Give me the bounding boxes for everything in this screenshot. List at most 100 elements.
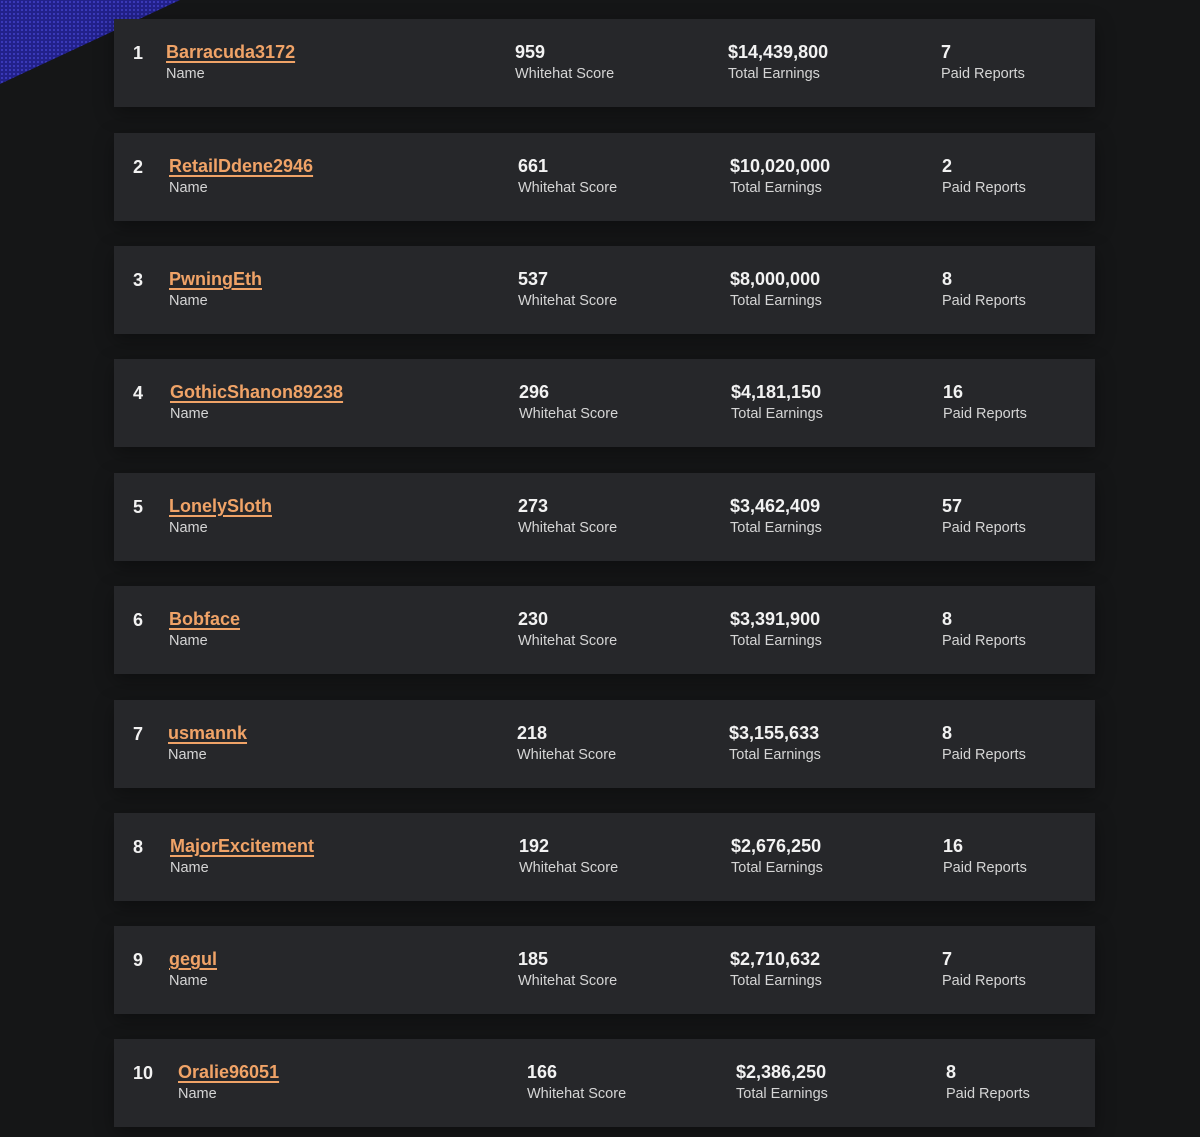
reports-label: Paid Reports [942, 293, 1026, 309]
user-name-link[interactable]: Barracuda3172 [166, 41, 295, 63]
user-name-link[interactable]: gegul [169, 948, 217, 970]
whitehat-score: 661 [518, 156, 549, 176]
paid-reports: 57 [942, 496, 963, 516]
reports-cell: 2 Paid Reports [942, 155, 1026, 197]
earnings-label: Total Earnings [730, 520, 822, 536]
leaderboard-row: 9 gegul Name 185 Whitehat Score $2,710,6… [114, 926, 1095, 1014]
reports-cell: 57 Paid Reports [942, 495, 1026, 537]
reports-label: Paid Reports [942, 633, 1026, 649]
reports-cell: 8 Paid Reports [946, 1061, 1030, 1103]
reports-label: Paid Reports [941, 66, 1025, 82]
total-earnings: $2,386,250 [736, 1062, 827, 1082]
score-label: Whitehat Score [519, 860, 619, 876]
earnings-label: Total Earnings [729, 747, 821, 763]
reports-label: Paid Reports [943, 860, 1027, 876]
score-label: Whitehat Score [517, 747, 617, 763]
name-cell: Oralie96051 Name [178, 1061, 279, 1103]
rank: 5 [133, 497, 144, 517]
name-cell: LonelySloth Name [169, 495, 272, 537]
earnings-cell: $2,676,250 Total Earnings [731, 835, 823, 877]
user-name-link[interactable]: GothicShanon89238 [170, 381, 343, 403]
earnings-label: Total Earnings [730, 633, 822, 649]
total-earnings: $2,710,632 [730, 949, 821, 969]
name-cell: MajorExcitement Name [170, 835, 314, 877]
earnings-label: Total Earnings [731, 860, 823, 876]
total-earnings: $2,676,250 [731, 836, 822, 856]
earnings-label: Total Earnings [730, 293, 822, 309]
leaderboard-row: 4 GothicShanon89238 Name 296 Whitehat Sc… [114, 359, 1095, 447]
score-cell: 230 Whitehat Score [518, 608, 617, 650]
score-label: Whitehat Score [518, 293, 618, 309]
rank: 4 [133, 383, 144, 403]
name-cell: RetailDdene2946 Name [169, 155, 313, 197]
paid-reports: 8 [942, 723, 953, 743]
earnings-label: Total Earnings [730, 180, 822, 196]
name-label: Name [169, 633, 208, 649]
paid-reports: 2 [942, 156, 953, 176]
score-label: Whitehat Score [518, 633, 618, 649]
reports-cell: 16 Paid Reports [943, 835, 1027, 877]
rank: 9 [133, 950, 144, 970]
name-cell: Barracuda3172 Name [166, 41, 295, 83]
paid-reports: 8 [946, 1062, 957, 1082]
leaderboard-row: 8 MajorExcitement Name 192 Whitehat Scor… [114, 813, 1095, 901]
user-name-link[interactable]: MajorExcitement [170, 835, 314, 857]
score-label: Whitehat Score [518, 520, 618, 536]
reports-cell: 8 Paid Reports [942, 608, 1026, 650]
reports-cell: 8 Paid Reports [942, 268, 1026, 310]
name-label: Name [178, 1086, 217, 1102]
paid-reports: 16 [943, 836, 964, 856]
reports-cell: 8 Paid Reports [942, 722, 1026, 764]
rank: 3 [133, 270, 144, 290]
score-cell: 192 Whitehat Score [519, 835, 618, 877]
whitehat-score: 296 [519, 382, 550, 402]
reports-label: Paid Reports [942, 180, 1026, 196]
total-earnings: $3,155,633 [729, 723, 820, 743]
earnings-cell: $3,155,633 Total Earnings [729, 722, 821, 764]
rank: 6 [133, 610, 144, 630]
score-cell: 218 Whitehat Score [517, 722, 616, 764]
whitehat-score: 230 [518, 609, 549, 629]
earnings-label: Total Earnings [731, 406, 823, 422]
total-earnings: $14,439,800 [728, 42, 829, 62]
name-cell: usmannk Name [168, 722, 247, 764]
user-name-link[interactable]: LonelySloth [169, 495, 272, 517]
name-label: Name [169, 293, 208, 309]
leaderboard-row: 6 Bobface Name 230 Whitehat Score $3,391… [114, 586, 1095, 674]
score-cell: 296 Whitehat Score [519, 381, 618, 423]
whitehat-score: 185 [518, 949, 549, 969]
user-name-link[interactable]: Bobface [169, 608, 240, 630]
total-earnings: $3,462,409 [730, 496, 821, 516]
paid-reports: 16 [943, 382, 964, 402]
user-name-link[interactable]: RetailDdene2946 [169, 155, 313, 177]
rank: 7 [133, 724, 144, 744]
earnings-cell: $14,439,800 Total Earnings [728, 41, 828, 83]
score-label: Whitehat Score [518, 973, 618, 989]
name-label: Name [170, 860, 209, 876]
user-name-link[interactable]: usmannk [168, 722, 247, 744]
reports-label: Paid Reports [942, 520, 1026, 536]
total-earnings: $10,020,000 [730, 156, 831, 176]
score-cell: 185 Whitehat Score [518, 948, 617, 990]
reports-label: Paid Reports [943, 406, 1027, 422]
rank: 10 [133, 1063, 154, 1083]
earnings-cell: $8,000,000 Total Earnings [730, 268, 822, 310]
name-cell: PwningEth Name [169, 268, 262, 310]
leaderboard-row: 7 usmannk Name 218 Whitehat Score $3,155… [114, 700, 1095, 788]
leaderboard-row: 3 PwningEth Name 537 Whitehat Score $8,0… [114, 246, 1095, 334]
whitehat-score: 959 [515, 42, 546, 62]
name-label: Name [169, 180, 208, 196]
user-name-link[interactable]: PwningEth [169, 268, 262, 290]
score-cell: 166 Whitehat Score [527, 1061, 626, 1103]
user-name-link[interactable]: Oralie96051 [178, 1061, 279, 1083]
score-cell: 273 Whitehat Score [518, 495, 617, 537]
reports-label: Paid Reports [942, 747, 1026, 763]
rank: 8 [133, 837, 144, 857]
score-label: Whitehat Score [519, 406, 619, 422]
score-cell: 537 Whitehat Score [518, 268, 617, 310]
earnings-label: Total Earnings [730, 973, 822, 989]
name-cell: Bobface Name [169, 608, 240, 650]
whitehat-score: 166 [527, 1062, 558, 1082]
whitehat-score: 273 [518, 496, 549, 516]
reports-cell: 7 Paid Reports [941, 41, 1025, 83]
